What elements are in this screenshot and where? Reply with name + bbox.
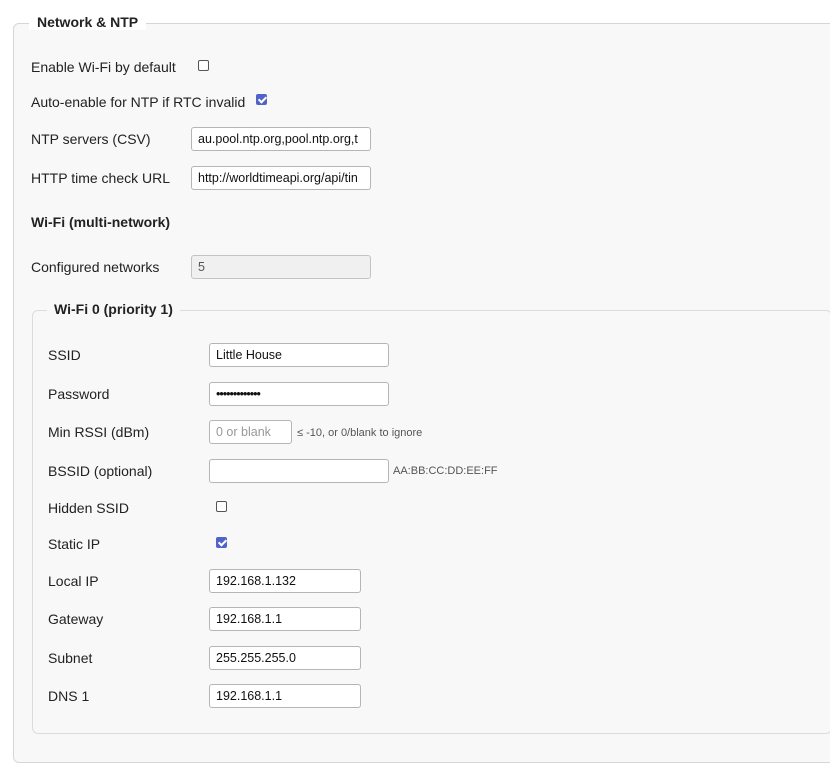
bssid-hint: AA:BB:CC:DD:EE:FF (393, 465, 498, 477)
local-ip-input[interactable]: 192.168.1.132 (209, 569, 361, 593)
gateway-label: Gateway (48, 611, 104, 627)
static-ip-label: Static IP (48, 536, 101, 552)
configured-networks-label: Configured networks (31, 259, 160, 275)
password-input[interactable]: ••••••••••••• (209, 382, 389, 406)
bssid-label: BSSID (optional) (48, 463, 153, 479)
hidden-ssid-label: Hidden SSID (48, 500, 129, 516)
ssid-input[interactable]: Little House (209, 343, 389, 367)
wifi0-legend: Wi-Fi 0 (priority 1) (47, 301, 180, 317)
min-rssi-hint: ≤ -10, or 0/blank to ignore (297, 427, 423, 439)
network-ntp-legend: Network & NTP (29, 14, 147, 30)
static-ip-checkbox[interactable] (216, 537, 227, 548)
auto-enable-ntp-label: Auto-enable for NTP if RTC invalid (31, 94, 246, 110)
configured-networks-input[interactable]: 5 (191, 255, 371, 279)
subnet-input[interactable]: 255.255.255.0 (209, 646, 361, 670)
local-ip-label: Local IP (48, 573, 99, 589)
dns1-label: DNS 1 (48, 688, 90, 704)
min-rssi-input[interactable]: 0 or blank (209, 420, 292, 444)
enable-wifi-checkbox[interactable] (198, 60, 209, 71)
ssid-label: SSID (48, 347, 81, 363)
ntp-servers-label: NTP servers (CSV) (31, 131, 151, 147)
auto-enable-ntp-checkbox[interactable] (256, 94, 267, 105)
http-time-check-input[interactable]: http://worldtimeapi.org/api/tin (191, 166, 371, 190)
password-label: Password (48, 386, 110, 402)
wifi0-fieldset (32, 310, 830, 734)
wifi-multi-heading: Wi-Fi (multi-network) (31, 214, 171, 230)
bssid-input[interactable] (209, 459, 389, 483)
dns1-input[interactable]: 192.168.1.1 (209, 684, 361, 708)
enable-wifi-label: Enable Wi-Fi by default (31, 59, 176, 75)
http-time-check-label: HTTP time check URL (31, 170, 170, 186)
ntp-servers-input[interactable]: au.pool.ntp.org,pool.ntp.org,t (191, 127, 371, 151)
subnet-label: Subnet (48, 650, 93, 666)
gateway-input[interactable]: 192.168.1.1 (209, 607, 361, 631)
hidden-ssid-checkbox[interactable] (216, 501, 227, 512)
min-rssi-label: Min RSSI (dBm) (48, 424, 150, 440)
